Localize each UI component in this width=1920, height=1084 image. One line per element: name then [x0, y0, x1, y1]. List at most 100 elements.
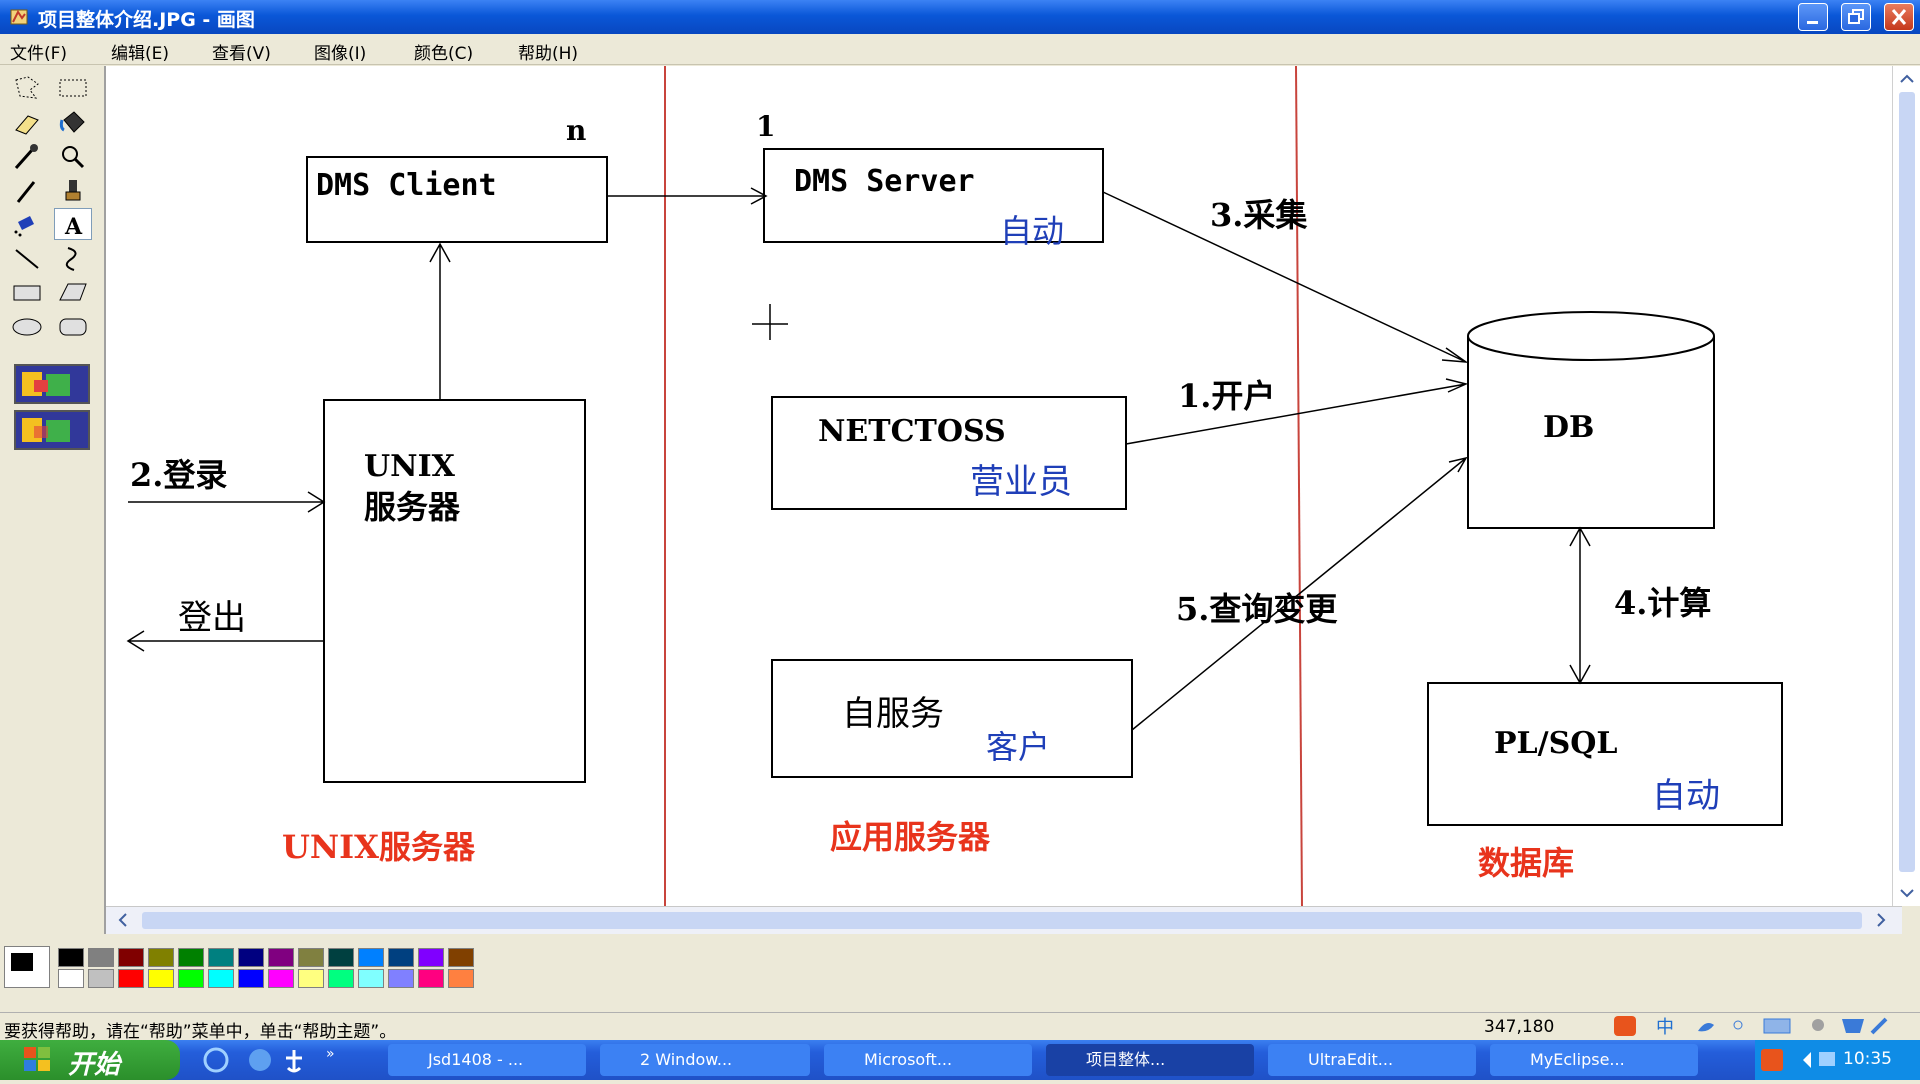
title-bar[interactable]: 项目整体介绍.JPG - 画图 — [0, 0, 1920, 34]
task-microsoft[interactable]: Microsoft... — [824, 1044, 1032, 1076]
menu-edit[interactable]: 编辑(E) — [111, 39, 169, 64]
transparent-mode-icon — [22, 418, 70, 442]
palette-swatch[interactable] — [388, 969, 414, 988]
task-jsd1408[interactable]: Jsd1408 - ... — [388, 1044, 586, 1076]
status-help-text: 要获得帮助，请在“帮助”菜单中，单击“帮助主题”。 — [4, 1022, 397, 1042]
menu-help[interactable]: 帮助(H) — [518, 39, 578, 64]
airbrush-tool[interactable] — [8, 208, 46, 240]
palette-swatch[interactable] — [298, 948, 324, 967]
restore-button[interactable] — [1841, 3, 1871, 31]
quick-launch[interactable]: » — [198, 1040, 348, 1080]
task-myeclipse[interactable]: MyEclipse... — [1490, 1044, 1698, 1076]
menu-colors[interactable]: 颜色(C) — [414, 39, 473, 64]
scroll-right-icon[interactable] — [1866, 907, 1894, 933]
rounded-rectangle-tool[interactable] — [54, 310, 92, 342]
minimize-button[interactable] — [1798, 3, 1828, 31]
palette-swatch[interactable] — [238, 969, 264, 988]
unix-label-line1: UNIX — [364, 449, 455, 484]
unix-label-line2: 服务器 — [364, 488, 461, 526]
start-button[interactable]: 开始 — [0, 1040, 180, 1080]
rectangle-tool[interactable] — [8, 276, 46, 308]
unix-to-client-arrow — [429, 242, 451, 400]
close-button[interactable] — [1884, 3, 1914, 31]
opaque-mode-option[interactable] — [14, 364, 90, 404]
horizontal-scroll-thumb[interactable] — [142, 912, 1862, 929]
task-paint-active[interactable]: 项目整体... — [1046, 1044, 1254, 1076]
transparent-mode-option[interactable] — [14, 410, 90, 450]
ime-s-icon — [1614, 1016, 1636, 1036]
line-icon — [15, 249, 39, 269]
palette-swatch[interactable] — [298, 969, 324, 988]
text-tool[interactable]: A — [54, 208, 92, 240]
palette-swatch[interactable] — [388, 948, 414, 967]
plsql-sub-label: 自动 — [1652, 776, 1720, 816]
fill-tool[interactable] — [54, 106, 92, 138]
palette-swatch[interactable] — [208, 969, 234, 988]
menu-bar: 文件(F) 编辑(E) 查看(V) 图像(I) 颜色(C) 帮助(H) — [0, 34, 1920, 65]
brush-tool[interactable] — [54, 174, 92, 206]
palette-swatch[interactable] — [88, 948, 114, 967]
palette-swatch[interactable] — [448, 948, 474, 967]
one-multiplicity-label: 1 — [756, 110, 776, 143]
n-multiplicity-label: n — [566, 114, 587, 147]
drawing-canvas[interactable]: DMS Client n 1 DMS Server 自动 3.采集 1.开户 N… — [106, 66, 1902, 906]
menu-image[interactable]: 图像(I) — [314, 39, 366, 64]
polygon-tool[interactable] — [54, 276, 92, 308]
task-ultraedit[interactable]: UltraEdit... — [1268, 1044, 1476, 1076]
palette-swatch[interactable] — [118, 969, 144, 988]
menu-file[interactable]: 文件(F) — [10, 39, 67, 64]
pencil-icon — [16, 181, 36, 203]
palette-swatch[interactable] — [178, 948, 204, 967]
line-tool[interactable] — [8, 242, 46, 274]
scroll-down-icon[interactable] — [1893, 882, 1920, 906]
palette-swatch[interactable] — [418, 969, 444, 988]
toolbox: A — [0, 66, 106, 934]
task-windows-group[interactable]: 2 Window... — [600, 1044, 810, 1076]
palette-swatch[interactable] — [88, 969, 114, 988]
scroll-up-icon[interactable] — [1893, 66, 1920, 90]
menu-view[interactable]: 查看(V) — [212, 39, 271, 64]
svg-text:»: » — [326, 1046, 335, 1062]
vertical-scroll-thumb[interactable] — [1899, 92, 1915, 872]
palette-swatch[interactable] — [448, 969, 474, 988]
tray-icons[interactable] — [1755, 1040, 1839, 1080]
rect-select-tool[interactable] — [54, 72, 92, 104]
palette-swatch[interactable] — [178, 969, 204, 988]
palette-swatch[interactable] — [58, 948, 84, 967]
scroll-left-icon[interactable] — [110, 907, 138, 933]
zone-unix-label: UNIX服务器 — [282, 828, 475, 866]
network-tray-icon — [1819, 1052, 1835, 1066]
airbrush-icon — [14, 216, 34, 237]
eyedropper-icon — [14, 144, 38, 169]
browser-icon — [249, 1049, 271, 1071]
palette-swatch[interactable] — [268, 969, 294, 988]
svg-text:A: A — [64, 214, 83, 240]
palette-swatch[interactable] — [208, 948, 234, 967]
anchor-icon — [286, 1050, 302, 1073]
ellipse-tool[interactable] — [8, 310, 46, 342]
free-select-tool[interactable] — [8, 72, 46, 104]
eraser-tool[interactable] — [8, 106, 46, 138]
palette-swatch[interactable] — [58, 969, 84, 988]
palette-swatch[interactable] — [328, 948, 354, 967]
vertical-scrollbar[interactable] — [1892, 66, 1920, 906]
palette-swatch[interactable] — [358, 969, 384, 988]
color-picker-tool[interactable] — [8, 140, 46, 172]
palette-swatch[interactable] — [148, 969, 174, 988]
palette-swatch[interactable] — [358, 948, 384, 967]
palette-swatch[interactable] — [238, 948, 264, 967]
rectangle-icon — [13, 285, 41, 301]
palette-swatch[interactable] — [418, 948, 444, 967]
palette-swatch[interactable] — [118, 948, 144, 967]
brush-icon — [65, 180, 81, 201]
pencil-tool[interactable] — [8, 174, 46, 206]
palette-swatch[interactable] — [148, 948, 174, 967]
window-title: 项目整体介绍.JPG - 画图 — [38, 9, 255, 31]
ime-toolbar[interactable]: 中 — [1610, 1013, 1890, 1039]
palette-swatch[interactable] — [328, 969, 354, 988]
horizontal-scrollbar[interactable] — [106, 906, 1902, 935]
curve-tool[interactable] — [54, 242, 92, 274]
compute-arrow — [1569, 526, 1591, 685]
palette-swatch[interactable] — [268, 948, 294, 967]
magnifier-tool[interactable] — [54, 140, 92, 172]
